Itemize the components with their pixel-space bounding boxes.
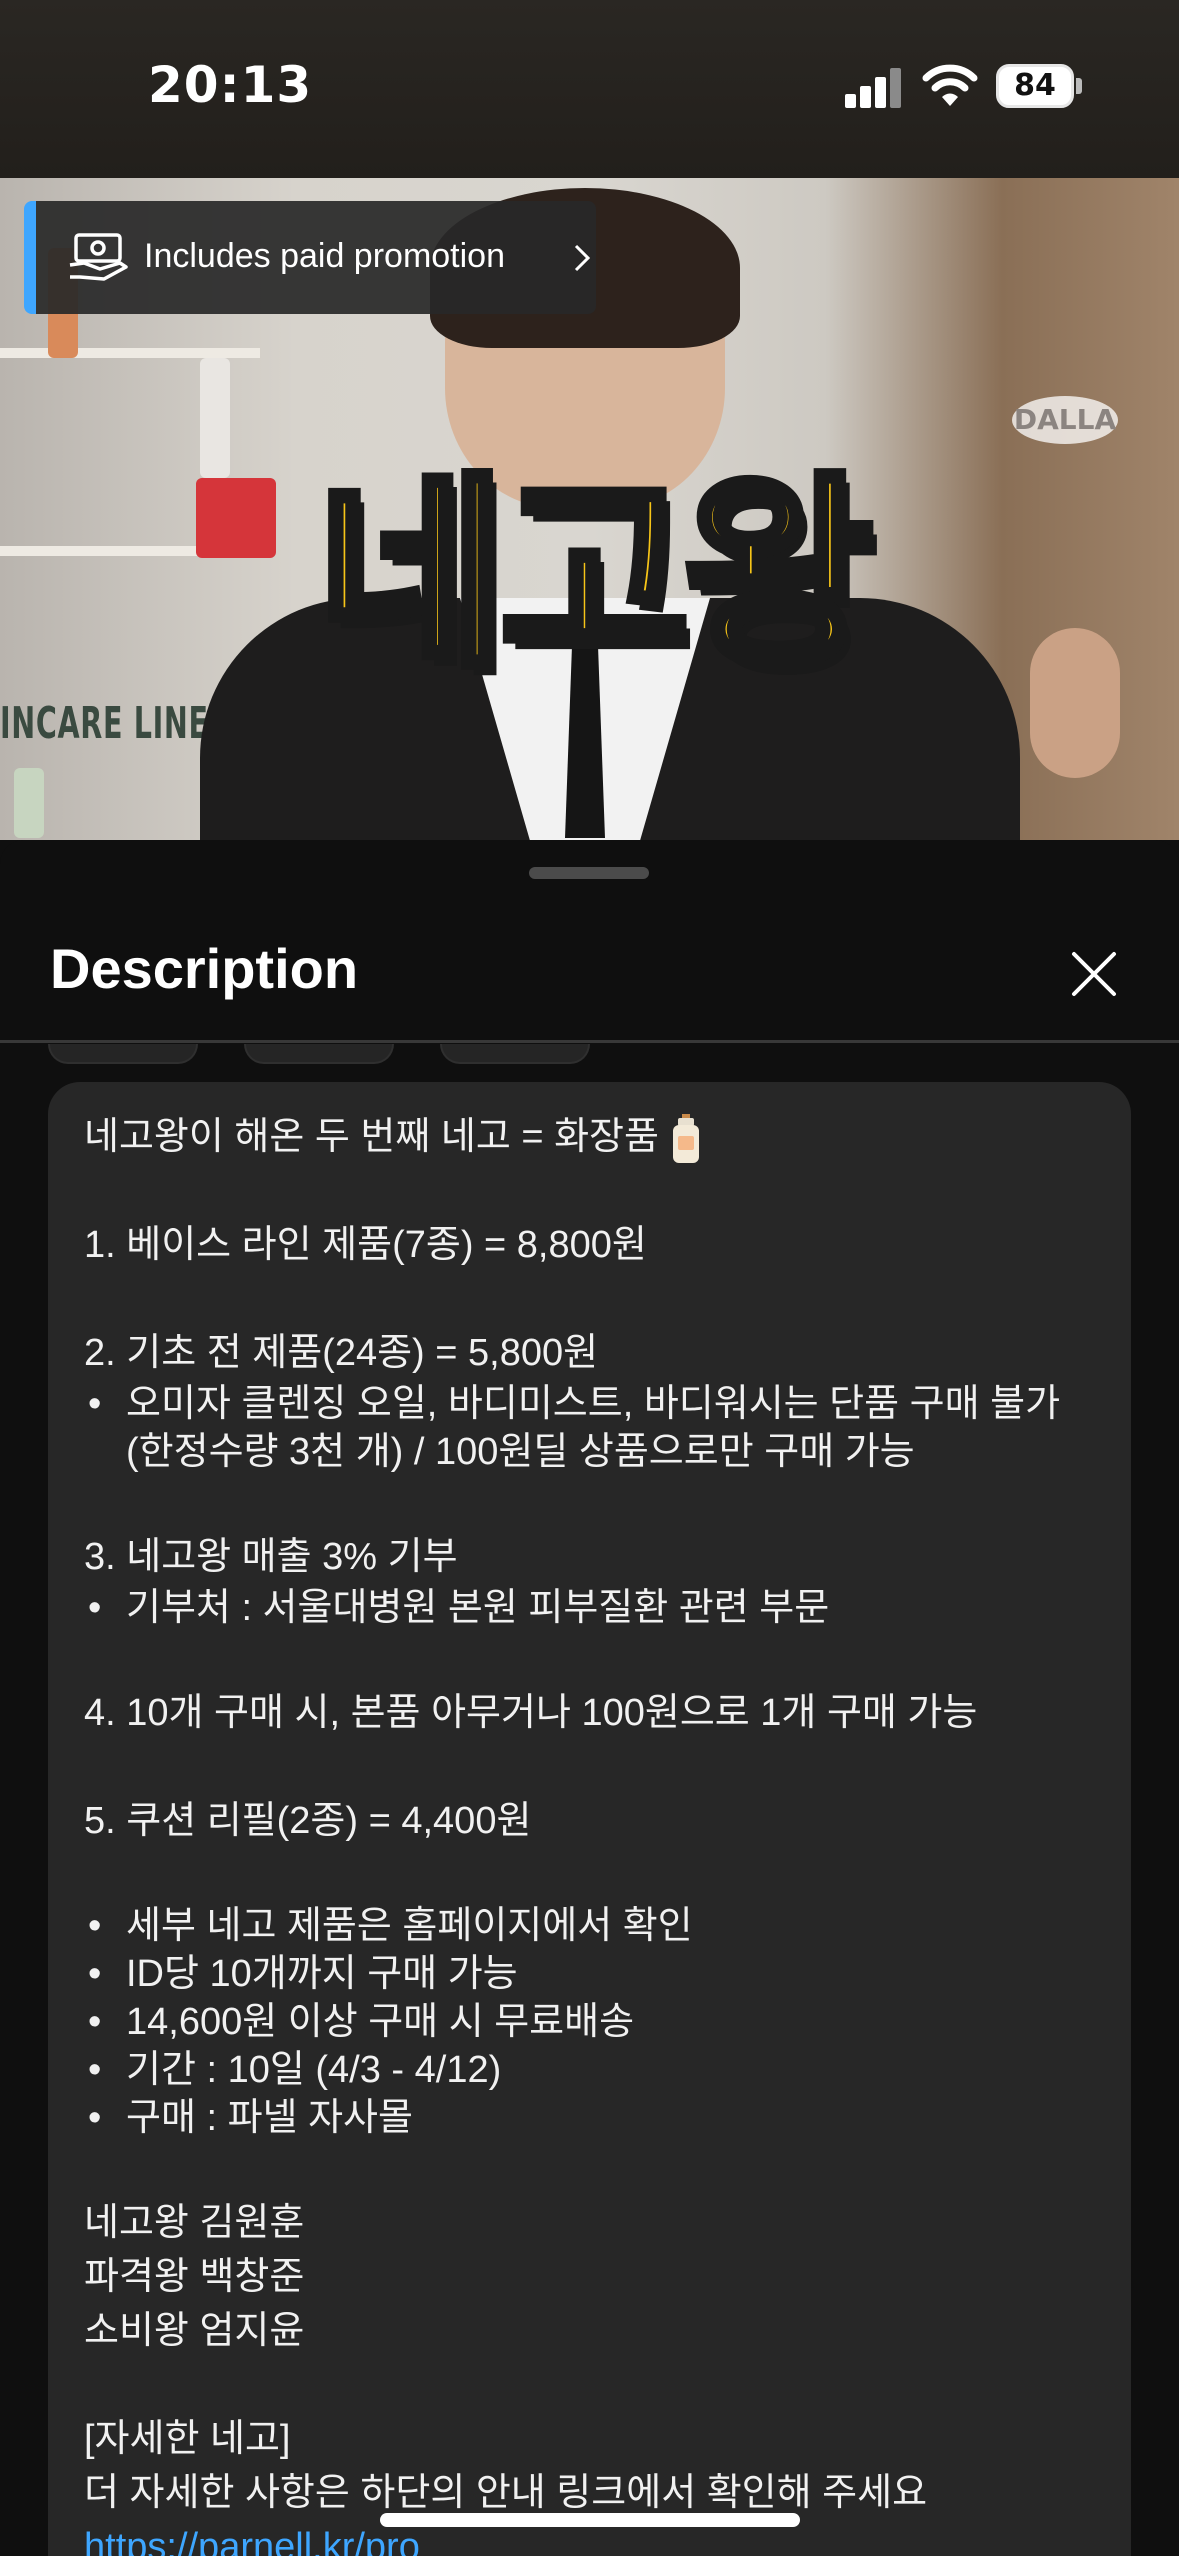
credit-line: 파격왕 백창준 xyxy=(84,2256,305,2298)
description-intro: 네고왕이 해온 두 번째 네고 = 화장품 xyxy=(84,1110,1104,1164)
detail-heading: [자세한 네고] xyxy=(84,2418,291,2460)
description-item-2: 2. 기초 전 제품(24종) = 5,800원 xyxy=(84,1332,599,1374)
chevron-right-icon xyxy=(574,244,591,272)
sheet-divider xyxy=(0,1040,1179,1043)
description-item-5: 5. 쿠션 리필(2종) = 4,400원 xyxy=(84,1800,532,1842)
product-bottle xyxy=(200,358,230,478)
battery-icon: 84 xyxy=(996,64,1074,108)
description-item-1: 1. 베이스 라인 제품(7종) = 8,800원 xyxy=(84,1224,647,1266)
battery-cap xyxy=(1076,78,1082,94)
sheet-title: Description xyxy=(50,937,359,1000)
paid-promotion-banner[interactable]: Includes paid promotion xyxy=(24,201,596,314)
chip-partial[interactable] xyxy=(440,1044,590,1064)
sheet-grabber[interactable] xyxy=(529,867,649,879)
channel-watermark: DALLA xyxy=(1012,396,1118,444)
lotion-emoji-icon xyxy=(672,1113,699,1163)
description-note: 14,600원 이상 구매 시 무료배송 xyxy=(84,1998,1104,2046)
description-text: 네고왕이 해온 두 번째 네고 = 화장품 1. 베이스 라인 제품(7종) =… xyxy=(84,1110,1104,2556)
credit-line: 네고왕 김원훈 xyxy=(84,2202,305,2244)
credit-line: 소비왕 엄지윤 xyxy=(84,2310,305,2352)
paid-promotion-label: Includes paid promotion xyxy=(144,237,506,275)
signal-icon xyxy=(845,68,901,108)
description-item-4: 4. 10개 구매 시, 본품 아무거나 100원으로 1개 구매 가능 xyxy=(84,1692,978,1734)
description-item-2-note: 오미자 클렌징 오일, 바디미스트, 바디워시는 단품 구매 불가(한정수량 3… xyxy=(84,1380,1104,1476)
chip-partial[interactable] xyxy=(48,1044,198,1064)
status-bar: 20:13 84 xyxy=(0,0,1179,178)
detail-text: 더 자세한 사항은 하단의 안내 링크에서 확인해 주세요 xyxy=(84,2472,928,2514)
person-hand xyxy=(1030,628,1120,778)
status-time: 20:13 xyxy=(148,56,313,114)
video-headline: 네고왕 xyxy=(312,451,878,700)
description-sheet: Description 네고왕이 해온 두 번째 네고 = 화장품 1. 베이스… xyxy=(0,840,1179,2556)
description-item-3-note: 기부처 : 서울대병원 본원 피부질환 관련 부문 xyxy=(84,1584,1104,1632)
screen: 20:13 84 INCARE LINE 네고왕 DALLA Includes … xyxy=(0,0,1179,2556)
description-item-3: 3. 네고왕 매출 3% 기부 xyxy=(84,1536,458,1578)
close-icon[interactable] xyxy=(1064,944,1124,1004)
description-note: 세부 네고 제품은 홈페이지에서 확인 xyxy=(84,1902,1104,1950)
description-note: ID당 10개까지 구매 가능 xyxy=(84,1950,1104,1998)
home-indicator[interactable] xyxy=(380,2513,800,2527)
product-bottle xyxy=(14,768,44,838)
wifi-icon xyxy=(922,64,978,106)
description-note: 기간 : 10일 (4/3 - 4/12) xyxy=(84,2046,1104,2094)
shelf xyxy=(0,348,260,358)
chip-partial[interactable] xyxy=(244,1044,394,1064)
description-note: 구매 : 파넬 자사몰 xyxy=(84,2094,1104,2142)
description-card: 네고왕이 해온 두 번째 네고 = 화장품 1. 베이스 라인 제품(7종) =… xyxy=(48,1082,1131,2556)
background-sign: INCARE LINE xyxy=(0,698,209,749)
paid-promotion-icon xyxy=(69,233,128,281)
